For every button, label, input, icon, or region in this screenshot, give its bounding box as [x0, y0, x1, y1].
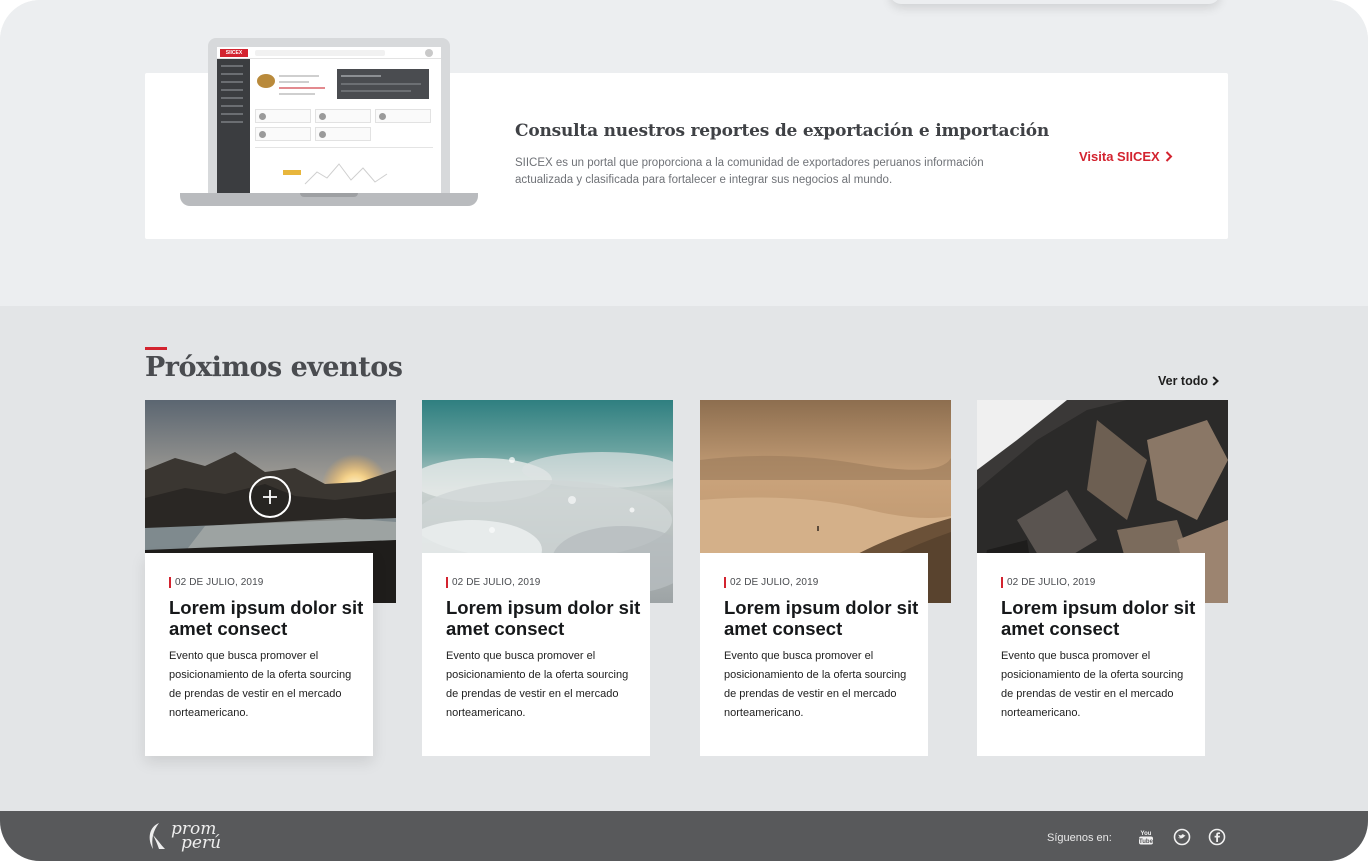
event-card-body: 02 DE JULIO, 2019 Lorem ipsum dolor sit …: [145, 553, 373, 756]
event-description: Evento que busca promover el posicionami…: [446, 650, 629, 719]
event-date: 02 DE JULIO, 2019: [1001, 577, 1205, 588]
portal-avatar: [425, 49, 433, 57]
event-title[interactable]: Lorem ipsum dolor sit amet consect: [169, 597, 369, 639]
facebook-icon[interactable]: [1208, 828, 1226, 846]
event-description: Evento que busca promover el posicionami…: [169, 650, 352, 719]
event-card[interactable]: 02 DE JULIO, 2019 Lorem ipsum dolor sit …: [977, 400, 1228, 756]
event-title[interactable]: Lorem ipsum dolor sit amet consect: [446, 597, 646, 639]
event-title[interactable]: Lorem ipsum dolor sit amet consect: [724, 597, 924, 639]
svg-text:Tube: Tube: [1139, 839, 1154, 845]
expand-event-button[interactable]: [249, 476, 291, 518]
siicex-description: SIICEX es un portal que proporciona a la…: [515, 157, 984, 186]
events-title: Próximos eventos: [145, 352, 403, 383]
promperu-logo[interactable]: prom perú: [145, 821, 221, 852]
portal-logo: SIICEX: [220, 49, 248, 57]
laptop-screen: SIICEX: [208, 38, 450, 193]
event-card-body: 02 DE JULIO, 2019 Lorem ipsum dolor sit …: [977, 553, 1205, 756]
event-card[interactable]: 02 DE JULIO, 2019 Lorem ipsum dolor sit …: [145, 400, 396, 756]
social-label: Síguenos en:: [1047, 832, 1112, 844]
previous-card-edge: [890, 0, 1220, 4]
section-accent-bar: [145, 347, 167, 350]
event-card-body: 02 DE JULIO, 2019 Lorem ipsum dolor sit …: [422, 553, 650, 756]
event-date: 02 DE JULIO, 2019: [169, 577, 373, 588]
event-description: Evento que busca promover el posicionami…: [724, 650, 907, 719]
twitter-icon[interactable]: [1173, 828, 1191, 846]
youtube-icon[interactable]: You Tube: [1137, 828, 1155, 846]
siicex-title: Consulta nuestros reportes de exportació…: [515, 121, 1050, 141]
laptop-illustration: SIICEX: [180, 38, 478, 210]
product-thumbnail: [257, 74, 275, 88]
visit-siicex-label: Visita SIICEX: [1079, 149, 1160, 164]
chevron-right-icon: [1165, 151, 1173, 162]
footer: prom perú Síguenos en: You Tube: [0, 811, 1368, 861]
portal-info-panel: [337, 69, 429, 99]
portal-sidebar: [217, 59, 250, 193]
page-frame: Consulta nuestros reportes de exportació…: [0, 0, 1368, 861]
event-date: 02 DE JULIO, 2019: [724, 577, 928, 588]
event-card[interactable]: 02 DE JULIO, 2019 Lorem ipsum dolor sit …: [422, 400, 673, 756]
see-all-events-link[interactable]: Ver todo: [1158, 374, 1219, 388]
promperu-logo-mark: [149, 823, 165, 849]
svg-text:You: You: [1141, 831, 1152, 837]
laptop-notch: [300, 193, 358, 197]
portal-header: SIICEX: [217, 47, 441, 59]
events-section: Próximos eventos Ver todo 02 DE JULIO, 2…: [0, 306, 1368, 811]
siicex-portal-screenshot: SIICEX: [217, 47, 441, 193]
portal-product-card: [255, 69, 333, 99]
event-title[interactable]: Lorem ipsum dolor sit amet consect: [1001, 597, 1201, 639]
event-description: Evento que busca promover el posicionami…: [1001, 650, 1184, 719]
event-card[interactable]: 02 DE JULIO, 2019 Lorem ipsum dolor sit …: [700, 400, 951, 756]
event-date: 02 DE JULIO, 2019: [446, 577, 650, 588]
visit-siicex-link[interactable]: Visita SIICEX: [1079, 149, 1173, 164]
portal-search-bar: [255, 50, 385, 56]
siicex-section: Consulta nuestros reportes de exportació…: [0, 0, 1368, 306]
see-all-label: Ver todo: [1158, 374, 1209, 388]
event-card-body: 02 DE JULIO, 2019 Lorem ipsum dolor sit …: [700, 553, 928, 756]
chevron-right-icon: [1212, 376, 1219, 386]
logo-wordmark: prom perú: [171, 821, 221, 852]
portal-chart: [255, 147, 433, 191]
plus-icon: [263, 490, 277, 504]
